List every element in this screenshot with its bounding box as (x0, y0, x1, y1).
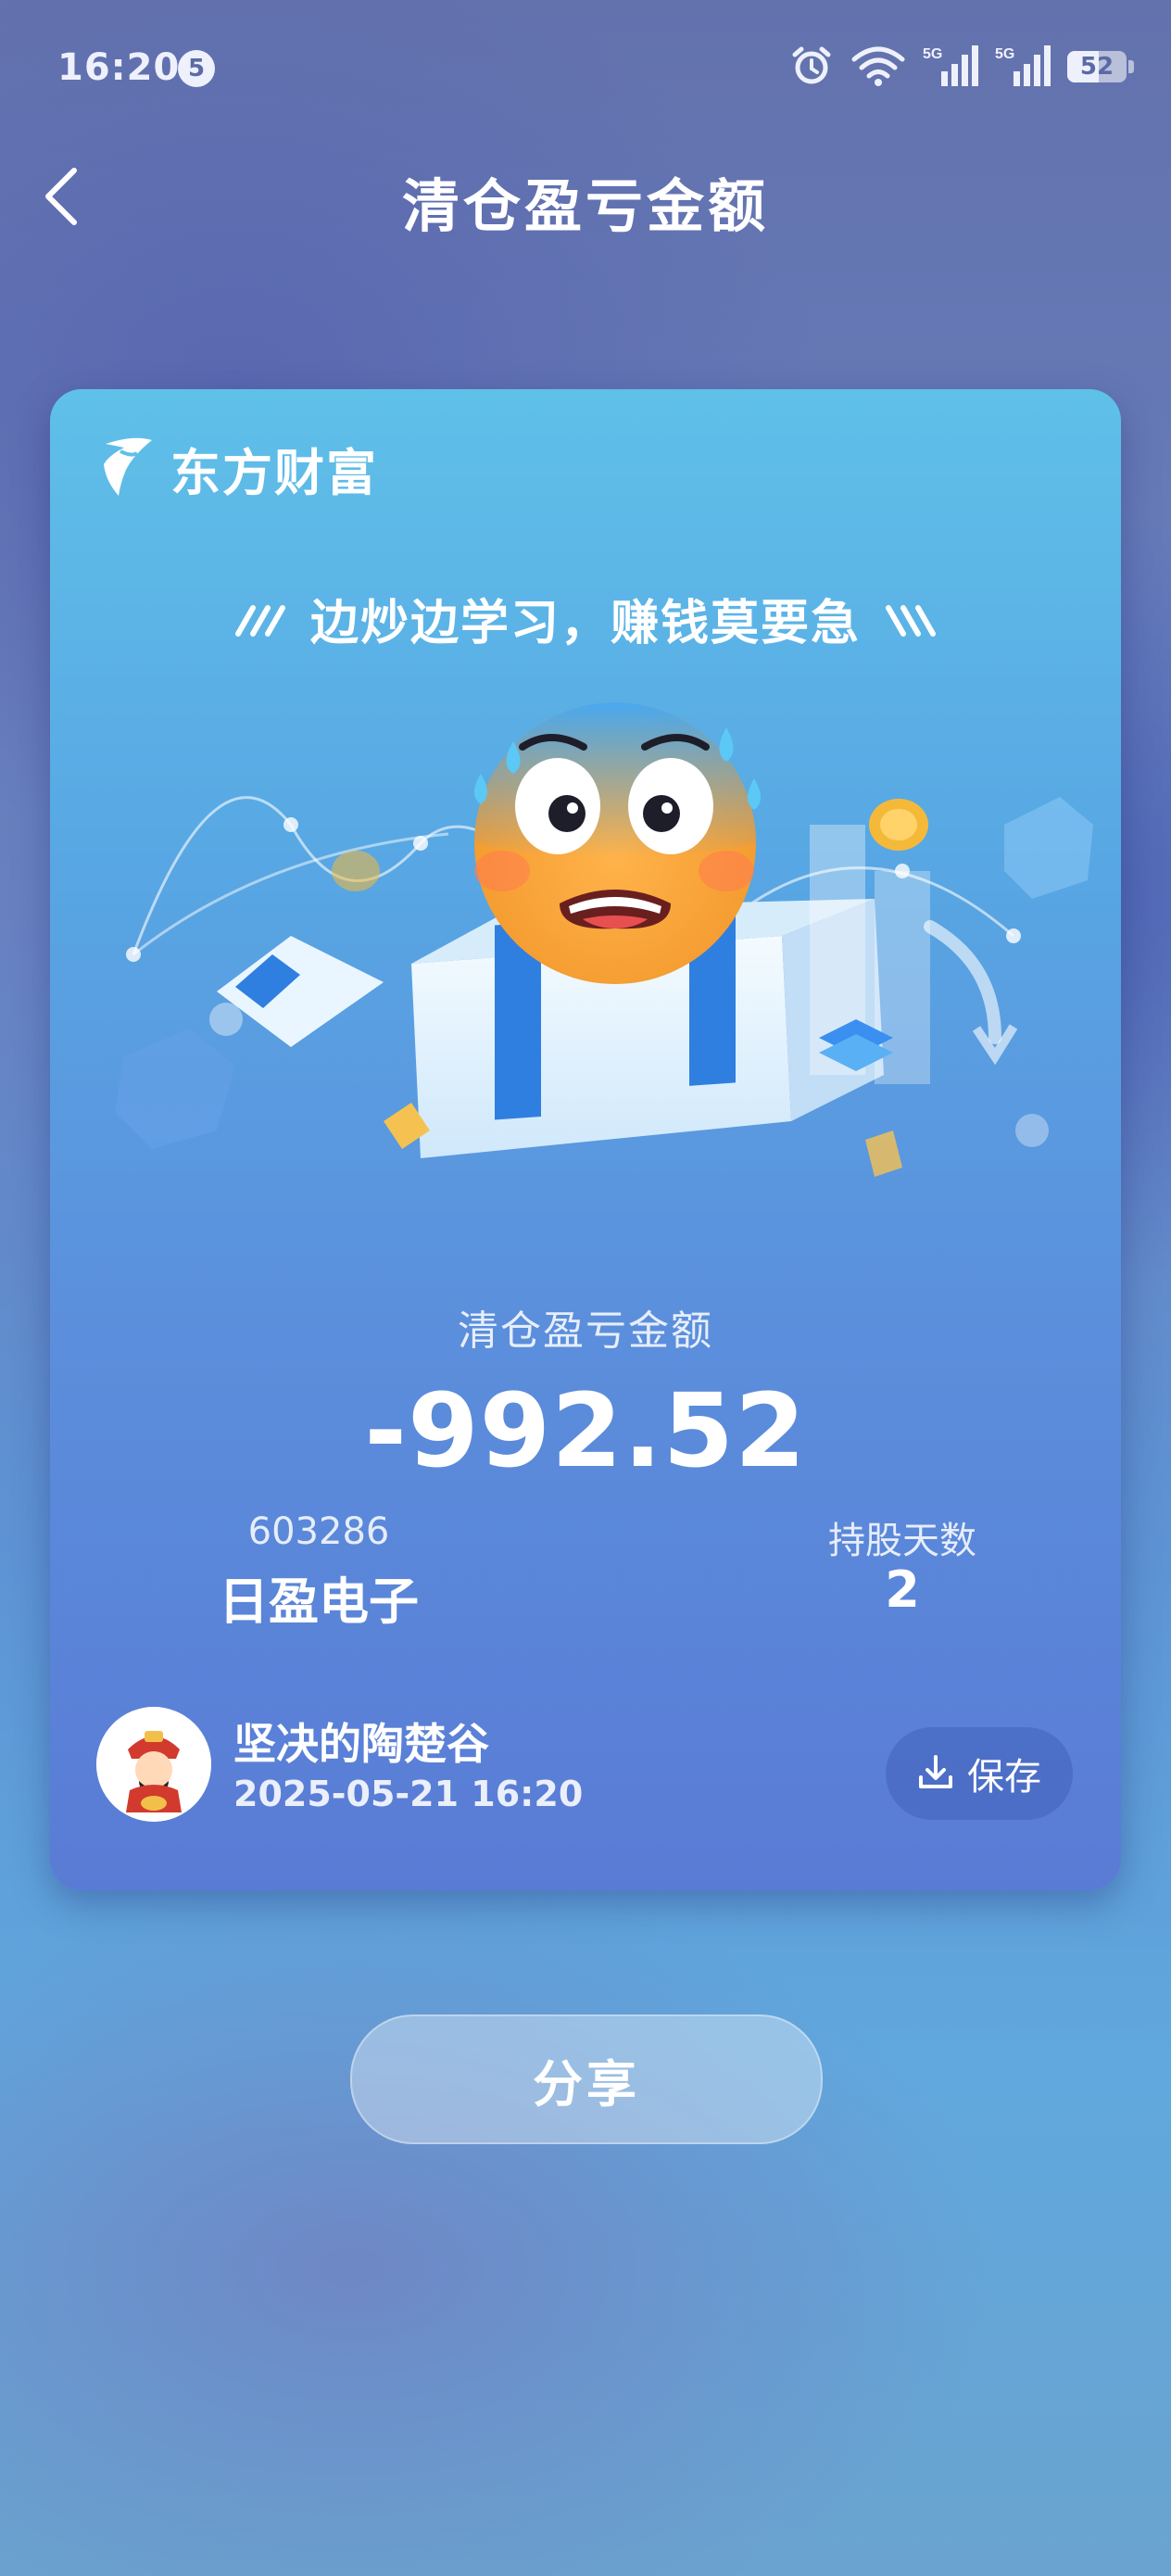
pnl-amount: -992.52 (364, 1371, 807, 1490)
share-label: 分享 (533, 2054, 640, 2114)
timestamp: 2025-05-21 16:20 (233, 1774, 584, 1814)
slogan: 边炒边学习，赚钱莫要急 (309, 596, 861, 651)
stock-code: 603286 (247, 1510, 390, 1553)
brand-name: 东方财富 (170, 444, 378, 502)
network-label-1: 5G (923, 46, 942, 62)
battery-level: 52 (1079, 53, 1114, 81)
pnl-label: 清仓盈亏金额 (458, 1307, 713, 1355)
holding-days-value: 2 (885, 1560, 920, 1619)
stock-name: 日盈电子 (219, 1572, 419, 1631)
save-label: 保存 (967, 1756, 1041, 1799)
status-time: 16:20 (57, 46, 181, 89)
network-label-2: 5G (995, 46, 1014, 62)
holding-days-label: 持股天数 (828, 1520, 976, 1562)
shocked-emoji-illustration (78, 686, 1093, 1279)
signal-icon: 5G (995, 44, 1051, 88)
status-bar: 16:20 5 5G 5G 52 (0, 0, 1171, 139)
wifi-icon (850, 44, 906, 87)
eastmoney-logo (96, 435, 157, 503)
signal-icon: 5G (923, 44, 978, 88)
slash-decoration-right (886, 604, 936, 637)
download-icon (917, 1753, 954, 1794)
battery-icon: 52 (1067, 47, 1134, 84)
avatar (96, 1707, 211, 1822)
slash-decoration-left (234, 604, 285, 637)
pnl-card: 东方财富 边炒边学习，赚钱莫要急 清仓盈亏金额 -992.52 603286 日… (50, 389, 1121, 1890)
notification-badge: 5 (178, 50, 215, 87)
share-button[interactable]: 分享 (350, 2014, 823, 2144)
alarm-icon (789, 44, 834, 88)
brand: 东方财富 (96, 432, 378, 505)
save-button[interactable]: 保存 (886, 1727, 1073, 1820)
user-name: 坚决的陶楚谷 (233, 1719, 489, 1769)
status-icons: 5G 5G 52 (789, 43, 1134, 89)
slogan-row: 边炒边学习，赚钱莫要急 (50, 584, 1121, 653)
page-title: 清仓盈亏金额 (401, 172, 769, 240)
